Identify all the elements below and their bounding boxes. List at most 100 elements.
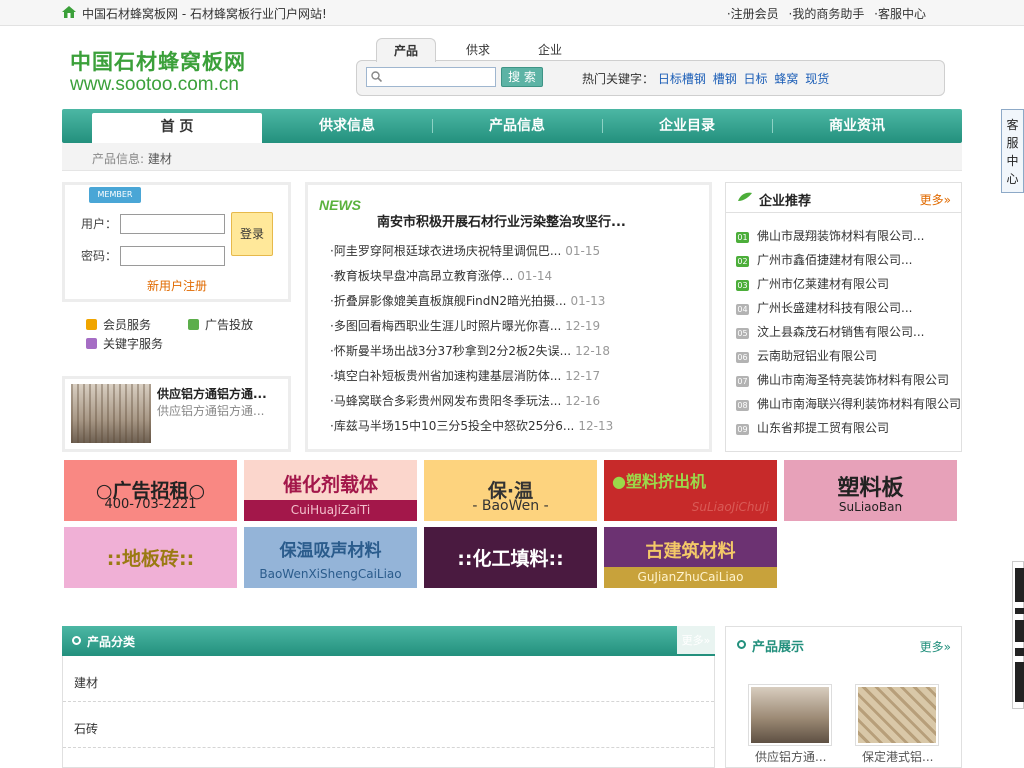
nav-home[interactable]: 首 页 [92, 113, 262, 143]
product-image [858, 687, 936, 743]
nav-business-news[interactable]: 商业资讯 [772, 109, 942, 143]
leaf-icon [738, 192, 752, 201]
ad-placement-icon [188, 319, 199, 330]
news-item[interactable]: ·怀斯曼半场出战3分37秒拿到2分2板2失误... 12-18 [330, 341, 700, 366]
company-item[interactable]: 09 山东省邦提工贸有限公司 [736, 419, 958, 443]
ad-banner-floor-tile[interactable]: ::地板砖:: [64, 527, 237, 588]
ad-banner-rent[interactable]: ○广告招租○ 400-703-2221 [64, 460, 237, 521]
news-item[interactable]: ·库兹马半场15中10三分5投全中怒砍25分6... 12-13 [330, 416, 700, 441]
news-item[interactable]: ·教育板块早盘冲高昂立教育涨停... 01-14 [330, 266, 700, 291]
search-button[interactable]: 搜 索 [501, 67, 543, 87]
product-showcase-more[interactable]: 更多» [920, 638, 951, 655]
ad-banner-sound-insulation[interactable]: 保温吸声材料 BaoWenXiShengCaiLiao [244, 527, 417, 588]
search-tab-product[interactable]: 产品 [376, 38, 436, 62]
supply-subtitle: 供应铝方通铝方通... [157, 404, 265, 418]
search-input[interactable] [366, 67, 496, 87]
ad-banner-ancient-building[interactable]: 古建筑材料 GuJianZhuCaiLiao [604, 527, 777, 588]
member-badge: MEMBER [89, 187, 141, 203]
business-assistant-link[interactable]: ·我的商务助手 [789, 7, 865, 21]
news-item[interactable]: ·多图回看梅西职业生涯儿时照片曝光你喜... 12-19 [330, 316, 700, 341]
ad-banner-chemical-filler[interactable]: ::化工填料:: [424, 527, 597, 588]
login-button[interactable]: 登录 [231, 212, 273, 256]
hot-keyword[interactable]: 日标槽钢 [658, 72, 706, 86]
product-thumbnail[interactable] [748, 684, 832, 746]
product-category-panel: 产品分类 更多» 建材 石砖 [62, 626, 715, 768]
product-thumbnail[interactable] [855, 684, 939, 746]
company-item[interactable]: 04 广州长盛建材科技有限公司... [736, 299, 958, 323]
breadcrumb: 产品信息: 建材 [62, 143, 962, 171]
hot-keyword[interactable]: 蜂窝 [774, 72, 798, 86]
company-item[interactable]: 03 广州市亿莱建材有限公司 [736, 275, 958, 299]
username-label: 用户： [81, 217, 118, 231]
member-service-link[interactable]: 会员服务 [86, 316, 151, 333]
password-field[interactable] [120, 246, 225, 266]
news-item[interactable]: ·马蜂窝联合多彩贵州网发布贵阳冬季玩法... 12-16 [330, 391, 700, 416]
category-item[interactable]: 石砖 [63, 702, 714, 748]
search-icon [371, 71, 382, 82]
nav-company-directory[interactable]: 企业目录 [602, 109, 772, 143]
product-category-header: 产品分类 更多» [62, 626, 715, 656]
qr-code-edge[interactable] [1012, 561, 1024, 709]
customer-service-link[interactable]: ·客服中心 [874, 7, 926, 21]
news-headline[interactable]: 南安市积极开展石材行业污染整治攻坚行... [377, 211, 626, 230]
hot-keywords-label: 热门关键字： [582, 72, 655, 86]
breadcrumb-label: 产品信息: [92, 152, 145, 166]
top-bar: 中国石材蜂窝板网 - 石材蜂窝板行业门户网站! ·注册会员 ·我的商务助手 ·客… [0, 0, 1024, 26]
register-link[interactable]: 新用户注册 [147, 277, 207, 294]
company-item[interactable]: 05 汶上县森茂石材销售有限公司... [736, 323, 958, 347]
register-member-link[interactable]: ·注册会员 [727, 7, 779, 21]
company-item[interactable]: 07 佛山市南海圣特亮装饰材料有限公司 [736, 371, 958, 395]
username-field[interactable] [120, 214, 225, 234]
circle-icon [737, 640, 746, 649]
company-recommend-panel: 企业推荐 更多» 01 佛山市晟翔装饰材料有限公司... 02 广州市鑫佰捷建材有限… [725, 182, 962, 452]
company-recommend-more[interactable]: 更多» [920, 191, 951, 208]
product-caption[interactable]: 供应铝方通... [755, 748, 826, 765]
password-label: 密码： [81, 249, 118, 263]
ad-banner-plastic-extruder[interactable]: ●塑料挤出机 SuLiaoJiChuJi [604, 460, 777, 521]
news-list: ·阿圭罗穿阿根廷球衣进场庆祝特里调侃巴... 01-15 ·教育板块早盘冲高昂立教… [330, 241, 700, 441]
search-tab-supply[interactable]: 供求 [448, 38, 508, 62]
news-item[interactable]: ·填空白补短板贵州省加速构建基层消防体... 12-17 [330, 366, 700, 391]
login-panel: MEMBER 用户： 密码： 登录 新用户注册 [62, 182, 291, 302]
product-caption[interactable]: 保定港式铝... [862, 748, 933, 765]
home-icon[interactable] [62, 6, 76, 18]
customer-service-side-tab[interactable]: 客 服 中 心 [1001, 109, 1024, 193]
hot-keyword[interactable]: 现货 [805, 72, 829, 86]
featured-supply[interactable]: 供应铝方通铝方通... 供应铝方通铝方通... [62, 376, 291, 452]
news-panel: NEWS 南安市积极开展石材行业污染整治攻坚行... ·阿圭罗穿阿根廷球衣进场庆… [305, 182, 712, 452]
ad-banner-insulation[interactable]: 保·温 - BaoWen - [424, 460, 597, 521]
ad-banner-catalyst-carrier[interactable]: 催化剂载体 CuiHuaJiZaiTi [244, 460, 417, 521]
circle-icon [72, 636, 81, 645]
company-item[interactable]: 08 佛山市南海联兴得利装饰材料有限公司 [736, 395, 961, 419]
product-category-title: 产品分类 [87, 635, 136, 649]
supply-image[interactable] [71, 384, 151, 443]
nav-supply-demand[interactable]: 供求信息 [262, 109, 432, 143]
company-item[interactable]: 01 佛山市晟翔装饰材料有限公司... [736, 227, 958, 251]
news-item[interactable]: ·折叠屏影像媲美直板旗舰FindN2暗光拍摄... 01-13 [330, 291, 700, 316]
product-showcase-panel: 产品展示 更多» 供应铝方通... 保定港式铝... [725, 626, 962, 768]
news-item[interactable]: ·阿圭罗穿阿根廷球衣进场庆祝特里调侃巴... 01-15 [330, 241, 700, 266]
ad-banner-plastic-board[interactable]: 塑料板 SuLiaoBan [784, 460, 957, 521]
supply-title[interactable]: 供应铝方通铝方通... [157, 385, 267, 402]
logo-url: www.sootoo.com.cn [70, 74, 239, 95]
news-badge: NEWS [319, 197, 361, 213]
top-links: ·注册会员 ·我的商务助手 ·客服中心 [721, 5, 926, 22]
site-title[interactable]: 中国石材蜂窝板网 - 石材蜂窝板行业门户网站! [82, 5, 327, 22]
company-recommend-title: 企业推荐 [759, 194, 812, 209]
hot-keywords: 热门关键字： 日标槽钢 槽钢 日标 蜂窝 现货 [582, 70, 832, 87]
product-category-more[interactable]: 更多» [677, 626, 715, 656]
product-category-list: 建材 石砖 [62, 656, 715, 768]
category-item[interactable]: 建材 [63, 656, 714, 702]
member-services: 会员服务 广告投放 关键字服务 [62, 308, 291, 368]
search-tab-company[interactable]: 企业 [520, 38, 580, 62]
nav-products[interactable]: 产品信息 [432, 109, 602, 143]
ad-placement-link[interactable]: 广告投放 [188, 316, 253, 333]
member-service-icon [86, 319, 97, 330]
hot-keyword[interactable]: 日标 [744, 72, 768, 86]
site-logo[interactable]: 中国石材蜂窝板网 www.sootoo.com.cn [70, 46, 260, 96]
keyword-service-link[interactable]: 关键字服务 [86, 335, 163, 352]
company-item[interactable]: 02 广州市鑫佰捷建材有限公司... [736, 251, 958, 275]
hot-keyword[interactable]: 槽钢 [713, 72, 737, 86]
company-item[interactable]: 06 云南助冠铝业有限公司 [736, 347, 958, 371]
breadcrumb-current[interactable]: 建材 [148, 152, 172, 166]
